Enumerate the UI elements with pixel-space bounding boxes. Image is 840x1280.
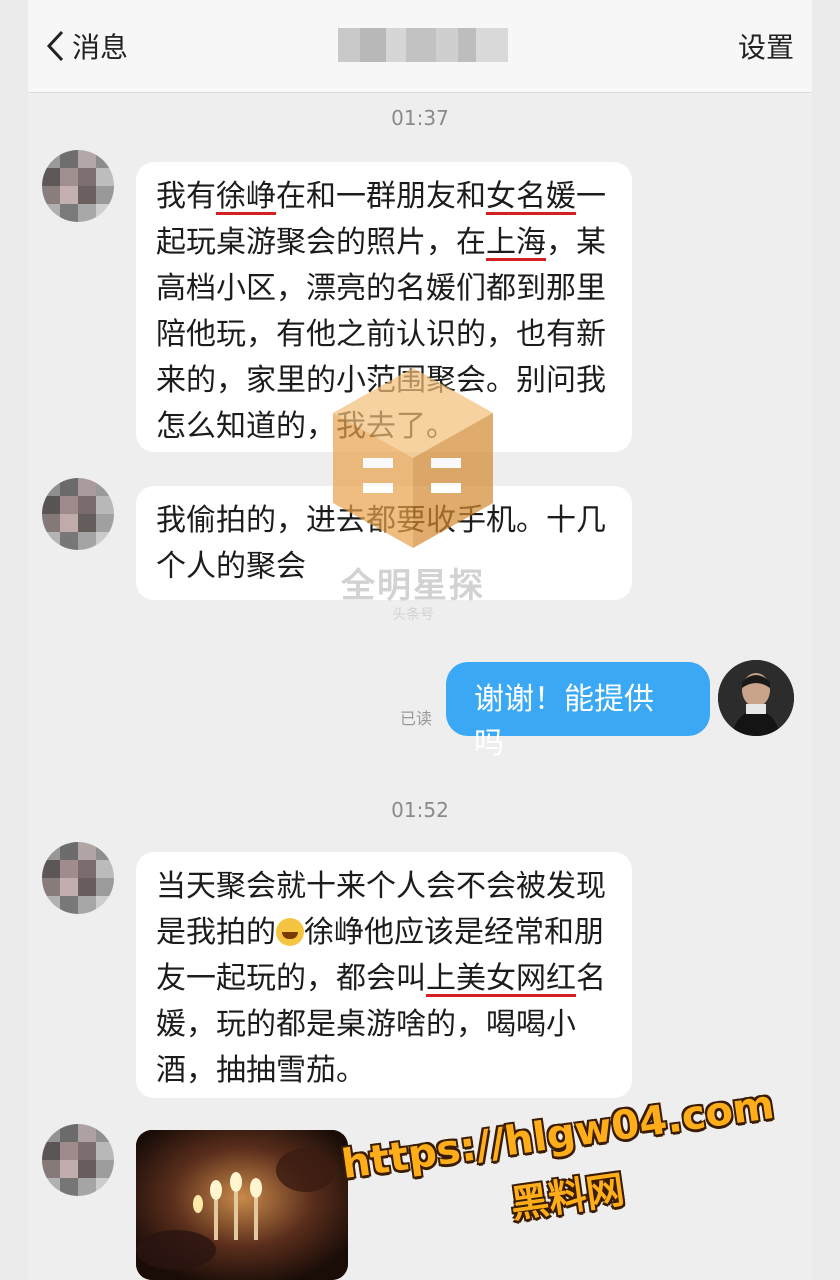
person-photo-icon [718,660,794,736]
sent-message-bubble[interactable]: 谢谢！能提供吗 [446,662,710,761]
message-bubble[interactable]: 我有徐峥在和一群朋友和女名媛一起玩桌游聚会的照片，在上海，某高档小区，漂亮的名媛… [136,162,632,452]
message-bubble[interactable]: 我偷拍的，进去都要收手机。十几个人的聚会 [136,486,632,600]
my-avatar[interactable] [718,660,794,736]
message-text: 谢谢！能提供吗 [474,682,654,761]
contact-avatar[interactable] [42,478,114,550]
settings-button[interactable]: 设置 [738,26,794,66]
chat-title-blurred [338,28,508,62]
photo-message[interactable] [136,1130,348,1280]
chat-window: 消息 设置 01:37 我有徐峥在和一群朋友和女名媛一起玩桌游聚会的照片，在上海… [28,0,812,1280]
back-label: 消息 [72,31,129,64]
candle-photo-icon [136,1130,348,1280]
back-button[interactable]: 消息 [44,24,128,68]
message-text: 我偷拍的，进去都要收手机。十几个人的聚会 [156,503,606,584]
chevron-left-icon [46,30,64,62]
highlighted-text: 上海 [486,225,546,260]
highlighted-text: 女名媛 [486,179,576,214]
timestamp: 01:37 [391,106,449,130]
contact-avatar[interactable] [42,1124,114,1196]
chat-header: 消息 设置 [28,0,812,93]
read-status: 已读 [400,709,433,728]
highlighted-text: 上美女网红 [426,961,576,996]
message-text: 我有徐峥在和一群朋友和女名媛一起玩桌游聚会的照片，在上海，某高档小区，漂亮的名媛… [156,179,606,444]
message-text: 当天聚会就十来个人会不会被发现是我拍的 徐峥他应该是经常和朋友一起玩的，都会叫上美… [156,869,606,1088]
watermark-sub: 头条号 [392,607,434,623]
contact-avatar[interactable] [42,842,114,914]
highlighted-text: 徐峥 [216,179,276,214]
message-bubble[interactable]: 当天聚会就十来个人会不会被发现是我拍的 徐峥他应该是经常和朋友一起玩的，都会叫上美… [136,852,632,1098]
face-with-tears-of-joy-icon [276,918,304,946]
contact-avatar[interactable] [42,150,114,222]
timestamp: 01:52 [391,798,449,822]
